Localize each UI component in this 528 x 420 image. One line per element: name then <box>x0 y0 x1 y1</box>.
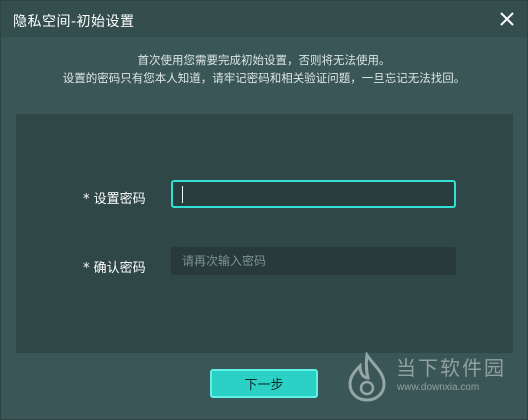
dialog-window: 隐私空间-初始设置 首次使用您需要完成初始设置，否则将无法使用。 设置的密码只有… <box>0 0 528 420</box>
password-label: * 设置密码 <box>83 192 146 207</box>
watermark-url: www.downxia.com <box>397 382 480 393</box>
watermark: 当下软件园 www.downxia.com <box>344 346 514 406</box>
confirm-password-input[interactable] <box>171 247 456 275</box>
title-bar: 隐私空间-初始设置 <box>1 1 527 37</box>
next-step-button[interactable]: 下一步 <box>210 369 318 398</box>
window-title: 隐私空间-初始设置 <box>13 14 135 30</box>
close-icon <box>500 12 514 26</box>
form-panel: * 设置密码 * 确认密码 <box>16 114 513 353</box>
close-button[interactable] <box>495 7 519 31</box>
flame-logo-icon <box>348 352 386 402</box>
confirm-password-label: * 确认密码 <box>83 261 146 276</box>
watermark-brand: 当下软件园 <box>396 356 506 380</box>
intro-line-2: 设置的密码只有您本人知道，请牢记密码和相关验证问题，一旦忘记无法找回。 <box>62 71 466 85</box>
password-input[interactable] <box>171 180 456 208</box>
intro-text: 首次使用您需要完成初始设置，否则将无法使用。 设置的密码只有您本人知道，请牢记密… <box>1 51 527 87</box>
text-caret <box>182 186 183 203</box>
intro-line-1: 首次使用您需要完成初始设置，否则将无法使用。 <box>137 53 391 67</box>
